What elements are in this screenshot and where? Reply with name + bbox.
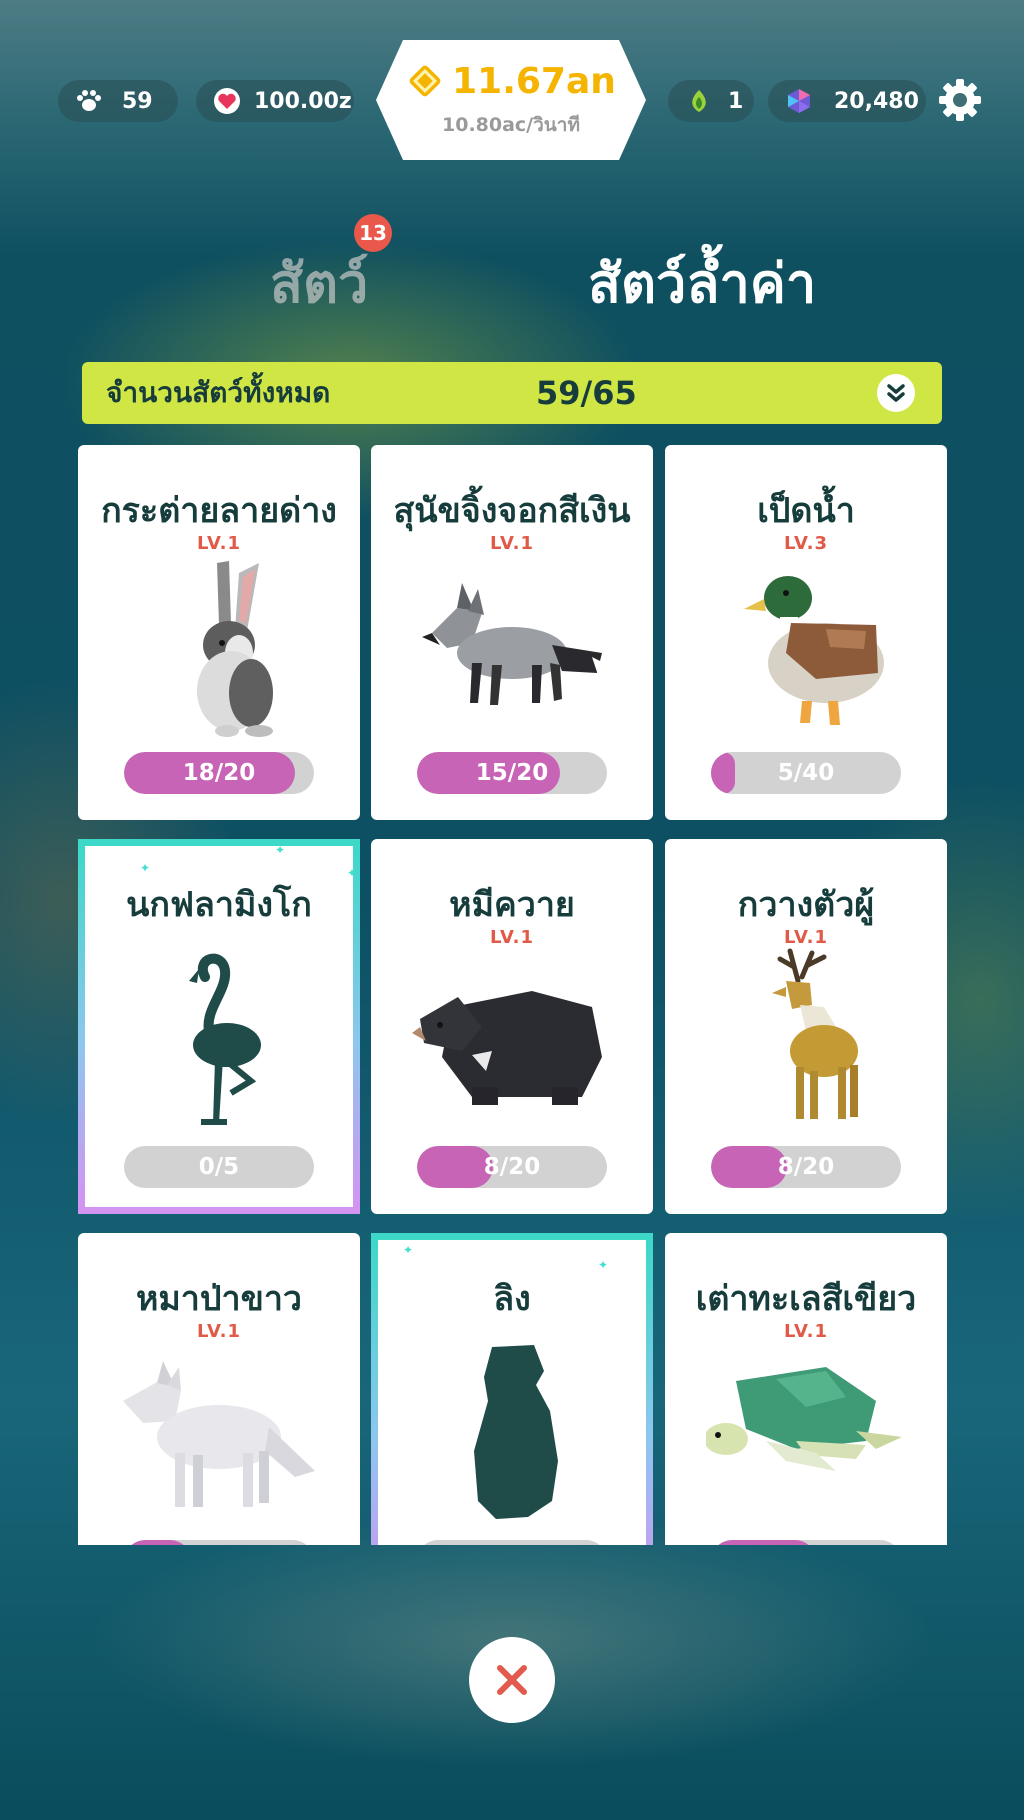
animal-level: LV.1 [784,1321,828,1342]
heart-icon [210,88,244,114]
deer-icon [772,948,858,1119]
total-animals-label: จำนวนสัตว์ทั้งหมด [106,376,331,409]
animal-level: LV.1 [784,927,828,948]
animal-name: เต่าทะเลสีเขียว [695,1279,917,1319]
bear-icon [412,991,602,1105]
gems-counter[interactable]: 20,480 [768,80,926,122]
money-panel[interactable]: 11.67an 10.80ac/วินาที [376,40,646,160]
animal-level: LV.1 [197,533,241,554]
animal-name: หมาป่าขาว [135,1279,302,1319]
close-button[interactable] [469,1637,555,1723]
animal-name: สุนัขจิ้งจอกสีเงิน [393,491,631,531]
fox-icon [422,583,608,705]
flamingo-icon [189,953,261,1125]
progress-fill [711,1540,816,1545]
gems-value: 20,480 [834,88,919,114]
gear-icon [939,79,981,121]
expand-button[interactable] [877,374,915,412]
animal-card[interactable]: กระต่ายลายด่าง LV.1 18/20 [78,445,360,820]
progress-text: 8/20 [777,1154,835,1180]
progress-text: 0/5 [198,1154,240,1180]
total-animals-count: 59/65 [536,374,637,412]
progress-text: 15/20 [475,760,549,786]
animal-grid[interactable]: กระต่ายลายด่าง LV.1 18/20 สุนัขจิ้งจอกสี… [0,440,1024,1545]
animal-level: LV.3 [784,533,828,554]
animal-name: เป็ดน้ำ [757,491,855,531]
money-rate: 10.80ac/วินาที [442,113,580,136]
tab-rare-animals[interactable]: สัตว์ล้ำค่า [588,240,816,326]
leaf-icon [682,88,716,114]
hearts-counter[interactable]: 100.00z [196,80,354,122]
hearts-value: 100.00z [254,88,352,114]
progress-bar: 15/20 [417,752,607,794]
animals-badge: 13 [354,214,392,252]
progress-text: 5/40 [777,760,835,786]
animal-name: ลิง [493,1279,531,1319]
animal-card[interactable]: หมีควาย LV.1 8/20 [371,839,653,1214]
progress-bar: 0/5 [124,1146,314,1188]
animal-level: LV.1 [490,533,534,554]
progress-bar [124,1540,314,1545]
leaf-count: 1 [728,88,744,114]
chevron-double-down-icon [887,384,905,402]
gem-icon [782,87,816,115]
animal-name: หมีควาย [449,885,575,925]
progress-bar: 18/20 [124,752,314,794]
progress-bar [417,1540,607,1545]
paw-icon [72,89,106,113]
wolf-icon [123,1361,315,1507]
duck-icon [744,576,884,725]
animal-level: LV.1 [197,1321,241,1342]
paw-counter[interactable]: 59 [58,80,178,122]
close-icon [497,1665,527,1695]
progress-bar: 8/20 [711,1146,901,1188]
animal-card[interactable]: สุนัขจิ้งจอกสีเงิน LV.1 15/20 [371,445,653,820]
animal-name: นกฟลามิงโก [126,885,312,925]
progress-text: 8/20 [483,1154,541,1180]
paw-count: 59 [122,88,153,114]
total-animals-bar: จำนวนสัตว์ทั้งหมด 59/65 [82,362,942,424]
animal-card-locked[interactable]: ✦ ✦ ✦ นกฟลามิงโก 0/5 [78,839,360,1214]
leaf-counter[interactable]: 1 [668,80,754,122]
animal-name: กวางตัวผู้ [737,885,875,925]
animal-level: LV.1 [490,927,534,948]
progress-text: 18/20 [182,760,256,786]
progress-fill [124,1540,191,1545]
animal-name: กระต่ายลายด่าง [101,491,337,531]
turtle-icon [706,1367,902,1471]
animal-card[interactable]: หมาป่าขาว LV.1 [78,1233,360,1545]
tab-animals[interactable]: สัตว์ [270,240,368,326]
settings-button[interactable] [938,78,982,122]
monkey-icon [474,1345,558,1519]
money-amount: 11.67an [452,60,616,102]
progress-bar [711,1540,901,1545]
progress-bar: 8/20 [417,1146,607,1188]
coin-icon [409,65,441,97]
animal-card[interactable]: เป็ดน้ำ LV.3 5/40 [665,445,947,820]
animal-card[interactable]: เต่าทะเลสีเขียว LV.1 [665,1233,947,1545]
animal-card-locked[interactable]: ✦ ✦ ลิง [371,1233,653,1545]
progress-bar: 5/40 [711,752,901,794]
rabbit-icon [197,561,273,737]
animal-card[interactable]: กวางตัวผู้ LV.1 8/20 [665,839,947,1214]
